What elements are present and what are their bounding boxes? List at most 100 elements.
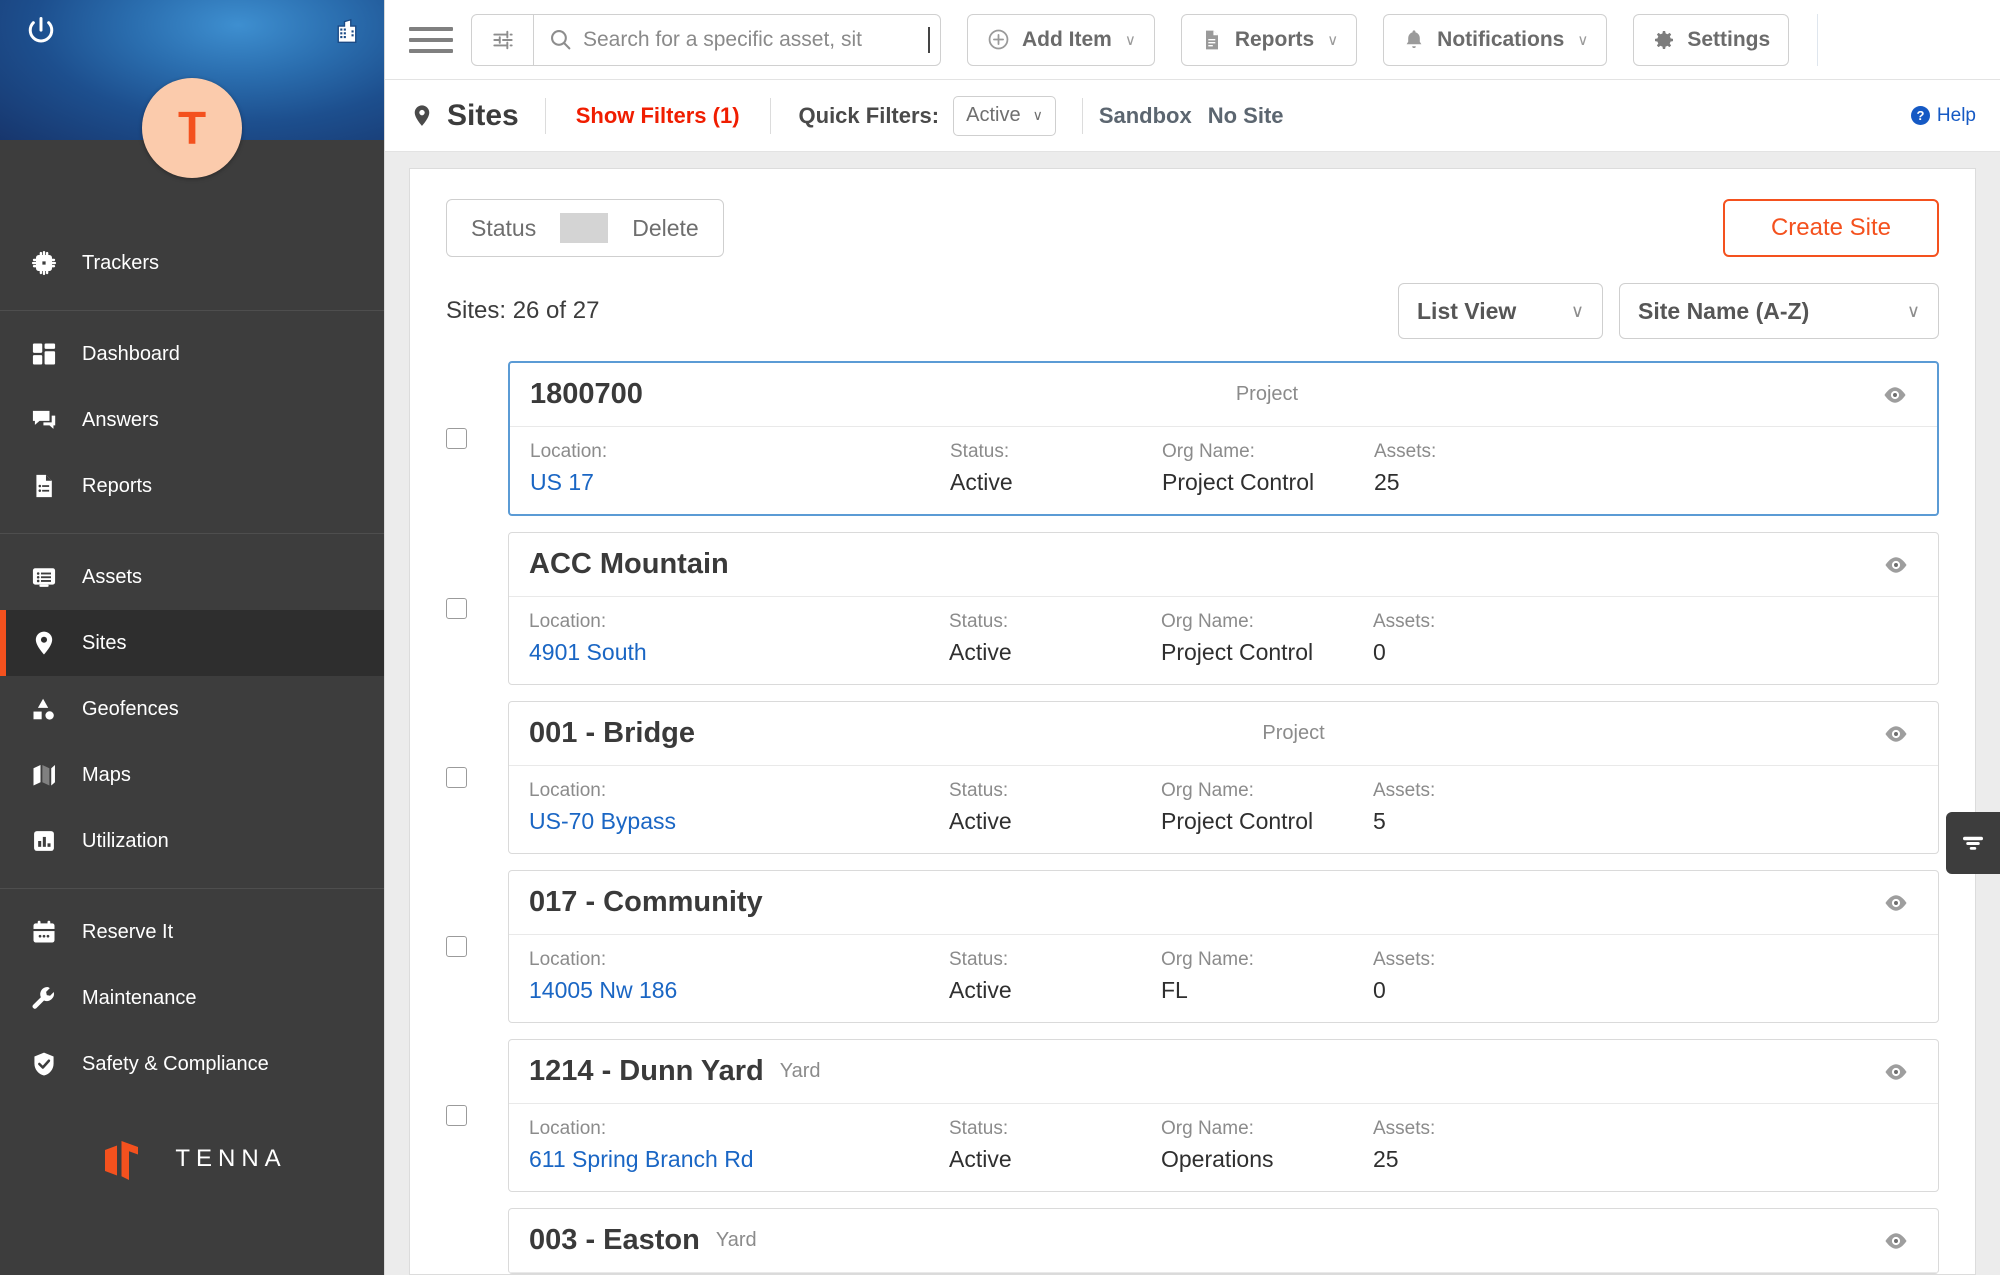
site-card-header: 001 - Bridge Project [509,702,1938,766]
status-value: Active [949,808,1012,834]
eye-icon[interactable] [1876,720,1916,748]
location-value[interactable]: US 17 [530,469,950,496]
row-checkbox-wrap [446,1208,508,1274]
wrench-icon [22,984,66,1012]
status-value: Active [949,639,1012,665]
quick-filters-label: Quick Filters: [798,102,940,128]
sidebar-item-maintenance[interactable]: Maintenance [0,965,384,1031]
page-title-text: Sites [447,98,519,132]
sidebar-group-1: Trackers [0,230,384,311]
sort-select[interactable]: Site Name (A-Z) ∨ [1619,283,1939,339]
hamburger-icon[interactable] [409,18,453,62]
settings-button[interactable]: Settings [1633,13,1790,66]
site-card-header: 017 - Community [509,871,1938,935]
row-checkbox[interactable] [446,767,467,788]
row-checkbox-wrap [446,701,508,854]
row-checkbox[interactable] [446,428,467,449]
sidebar-item-label: Reports [82,474,153,497]
field-location: Location: 14005 Nw 186 [529,949,949,1004]
assets-label: Assets: [1373,611,1436,632]
site-card[interactable]: 003 - Easton Yard [508,1208,1939,1274]
sidebar-item-label: Geofences [82,697,179,720]
sidebar-item-label: Maintenance [82,986,197,1009]
sidebar-item-geofences[interactable]: Geofences [0,676,384,742]
row-checkbox-wrap [446,870,508,1023]
site-name: 017 - Community [529,886,763,918]
status-button[interactable]: Status [447,215,560,242]
chevron-down-icon: ∨ [1570,300,1584,321]
sidebar-item-safety-compliance[interactable]: Safety & Compliance [0,1031,384,1097]
eye-icon[interactable] [1876,889,1916,917]
eye-icon[interactable] [1876,1227,1916,1255]
delete-button[interactable]: Delete [608,215,722,242]
sidebar-item-answers[interactable]: Answers [0,387,384,453]
search-field[interactable] [534,15,940,65]
site-card[interactable]: 017 - Community Location: 14005 Nw 186 S… [508,870,1939,1023]
create-site-button[interactable]: Create Site [1722,199,1939,257]
filter-panel-toggle[interactable] [1946,812,2000,874]
power-icon[interactable] [20,10,62,52]
sidebar-item-label: Safety & Compliance [82,1052,269,1075]
help-link[interactable]: ? Help [1910,105,1976,127]
sites-list: 1800700 Project Location: US 17 Status: … [446,361,1939,1274]
eye-icon[interactable] [1876,551,1916,579]
location-value[interactable]: 4901 South [529,639,949,666]
chevron-down-icon: ∨ [1327,31,1339,49]
location-value[interactable]: 611 Spring Branch Rd [529,1146,949,1173]
row-checkbox[interactable] [446,936,467,957]
assets-value: 25 [1374,469,1400,495]
list-card-icon [22,563,66,591]
org-value: Project Control [1161,639,1314,665]
sidebar-item-trackers[interactable]: Trackers [0,230,384,296]
sidebar-item-reports[interactable]: Reports [0,453,384,519]
no-site-chip[interactable]: No Site [1208,103,1300,129]
row-checkbox[interactable] [446,1105,467,1126]
site-card-header: 003 - Easton Yard [509,1209,1938,1273]
sidebar-item-sites[interactable]: Sites [0,610,384,676]
sandbox-chip[interactable]: Sandbox [1083,103,1208,129]
sort-value: Site Name (A-Z) [1638,297,1810,324]
site-card[interactable]: 001 - Bridge Project Location: US-70 Byp… [508,701,1939,854]
site-card[interactable]: 1800700 Project Location: US 17 Status: … [508,361,1939,516]
row-checkbox[interactable] [446,598,467,619]
view-mode-select[interactable]: List View ∨ [1398,283,1603,339]
avatar[interactable]: T [142,78,242,178]
field-location: Location: 4901 South [529,611,949,666]
reports-button[interactable]: Reports ∨ [1180,13,1358,66]
search-input[interactable] [583,27,930,52]
dashboard-icon [22,340,66,368]
tenna-logo-mark [105,1141,139,1180]
search-caret [928,26,930,53]
assets-label: Assets: [1373,1118,1436,1139]
field-org: Org Name: FL [1161,949,1373,1004]
sidebar-item-maps[interactable]: Maps [0,742,384,808]
location-value[interactable]: 14005 Nw 186 [529,977,949,1004]
sidebar-item-dashboard[interactable]: Dashboard [0,321,384,387]
field-location: Location: 611 Spring Branch Rd [529,1118,949,1173]
filter-sliders-icon[interactable] [472,14,534,65]
org-label: Org Name: [1162,441,1255,462]
site-card[interactable]: ACC Mountain Location: 4901 South Status… [508,532,1939,685]
show-filters-button[interactable]: Show Filters (1) [546,103,770,129]
notifications-button[interactable]: Notifications ∨ [1383,13,1608,66]
toolbar-divider [1817,13,1819,66]
quick-filter-select[interactable]: Active ∨ [953,95,1056,136]
add-item-button[interactable]: Add Item ∨ [967,13,1155,66]
sites-panel: Status Delete Create Site Sites: 26 of 2… [409,168,1976,1275]
sidebar-item-assets[interactable]: Assets [0,544,384,610]
eye-icon[interactable] [1875,381,1915,409]
quick-filter-value: Active [966,104,1021,126]
field-location: Location: US 17 [530,441,950,496]
site-name: 1214 - Dunn Yard [529,1055,764,1087]
eye-icon[interactable] [1876,1058,1916,1086]
site-card[interactable]: 1214 - Dunn Yard Yard Location: 611 Spri… [508,1039,1939,1192]
sidebar-item-utilization[interactable]: Utilization [0,808,384,874]
building-icon[interactable] [328,12,366,50]
location-value[interactable]: US-70 Bypass [529,808,949,835]
location-label: Location: [529,611,607,632]
location-label: Location: [530,441,608,462]
panel-toolbar: Status Delete Create Site [446,199,1939,257]
assets-label: Assets: [1373,780,1436,801]
sidebar-item-reserve-it[interactable]: Reserve It [0,899,384,965]
add-item-label: Add Item [1022,27,1112,51]
